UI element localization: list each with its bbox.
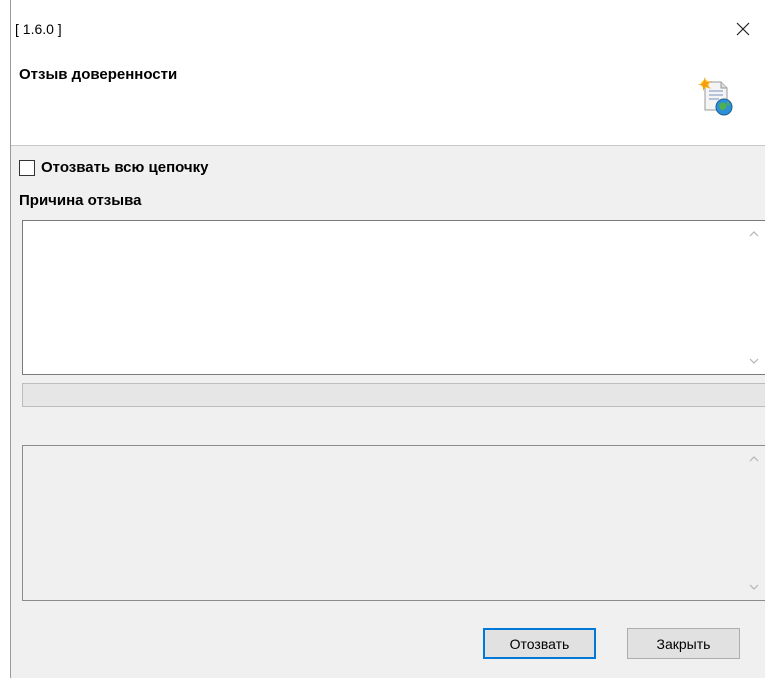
revoke-chain-checkbox[interactable]: Отозвать всю цепочку bbox=[19, 158, 208, 178]
window-title: [ 1.6.0 ] bbox=[15, 21, 62, 37]
dialog-header: Отзыв доверенности bbox=[11, 46, 765, 146]
chevron-down-icon bbox=[749, 584, 759, 590]
log-textarea[interactable] bbox=[22, 445, 765, 601]
reason-label: Причина отзыва bbox=[19, 192, 142, 209]
page-title: Отзыв доверенности bbox=[19, 66, 178, 83]
log-scroll-up-arrow[interactable] bbox=[749, 454, 759, 464]
progress-bar bbox=[22, 383, 765, 407]
close-button[interactable]: Закрыть bbox=[627, 628, 740, 659]
reason-textarea[interactable] bbox=[22, 220, 765, 375]
log-scroll-down-arrow[interactable] bbox=[749, 582, 759, 592]
dialog-window: [ 1.6.0 ] Отзыв доверенности Отозвать вс… bbox=[10, 0, 765, 678]
revoke-button[interactable]: Отозвать bbox=[483, 628, 596, 659]
chevron-up-icon bbox=[749, 456, 759, 462]
scroll-down-arrow[interactable] bbox=[749, 356, 759, 366]
chevron-up-icon bbox=[749, 231, 759, 237]
certificate-globe-icon bbox=[698, 77, 733, 116]
chevron-down-icon bbox=[749, 358, 759, 364]
title-bar: [ 1.6.0 ] bbox=[11, 0, 765, 46]
reason-text bbox=[27, 225, 743, 370]
log-text bbox=[27, 450, 743, 596]
close-window-button[interactable] bbox=[720, 12, 765, 46]
scroll-up-arrow[interactable] bbox=[749, 229, 759, 239]
checkbox-box[interactable] bbox=[19, 160, 35, 176]
close-icon bbox=[736, 22, 750, 36]
revoke-chain-label: Отозвать всю цепочку bbox=[41, 159, 209, 176]
